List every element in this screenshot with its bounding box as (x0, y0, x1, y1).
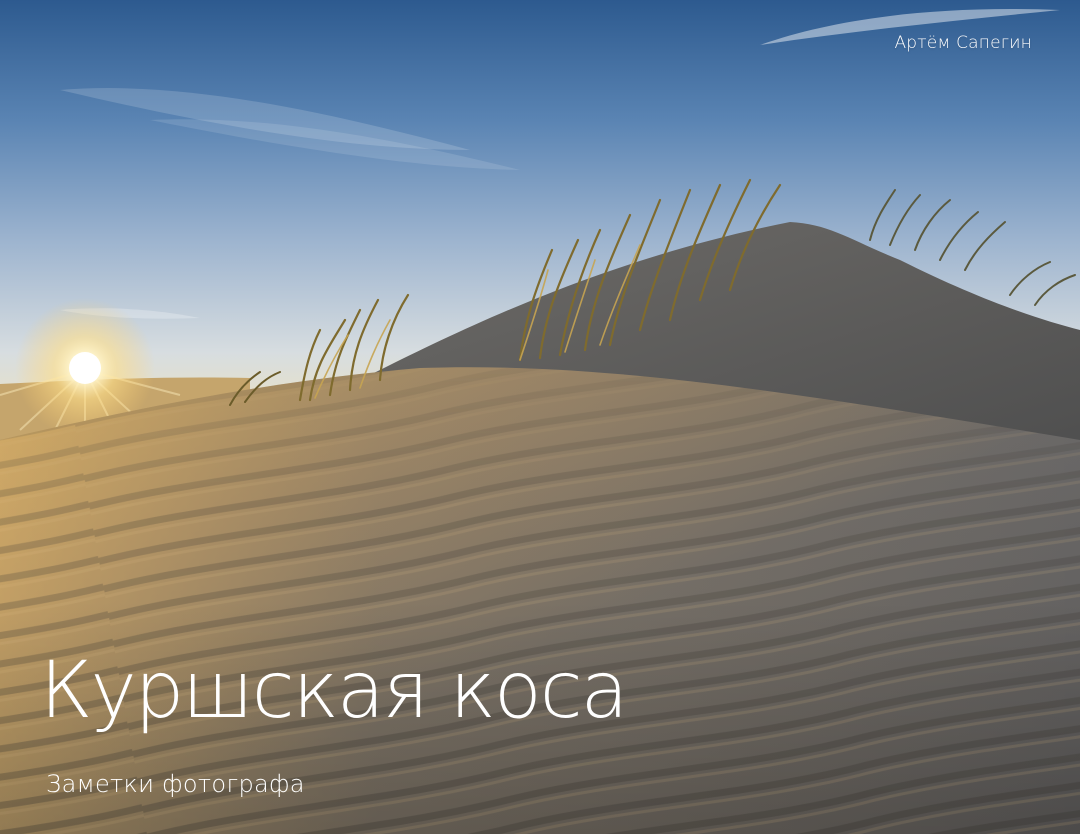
author-name: Артём Сапегин (894, 33, 1032, 53)
cover-title: Куршская коса (40, 646, 628, 736)
book-cover: Артём Сапегин Куршская коса Заметки фото… (0, 0, 1080, 834)
cover-subtitle: Заметки фотографа (46, 770, 305, 798)
